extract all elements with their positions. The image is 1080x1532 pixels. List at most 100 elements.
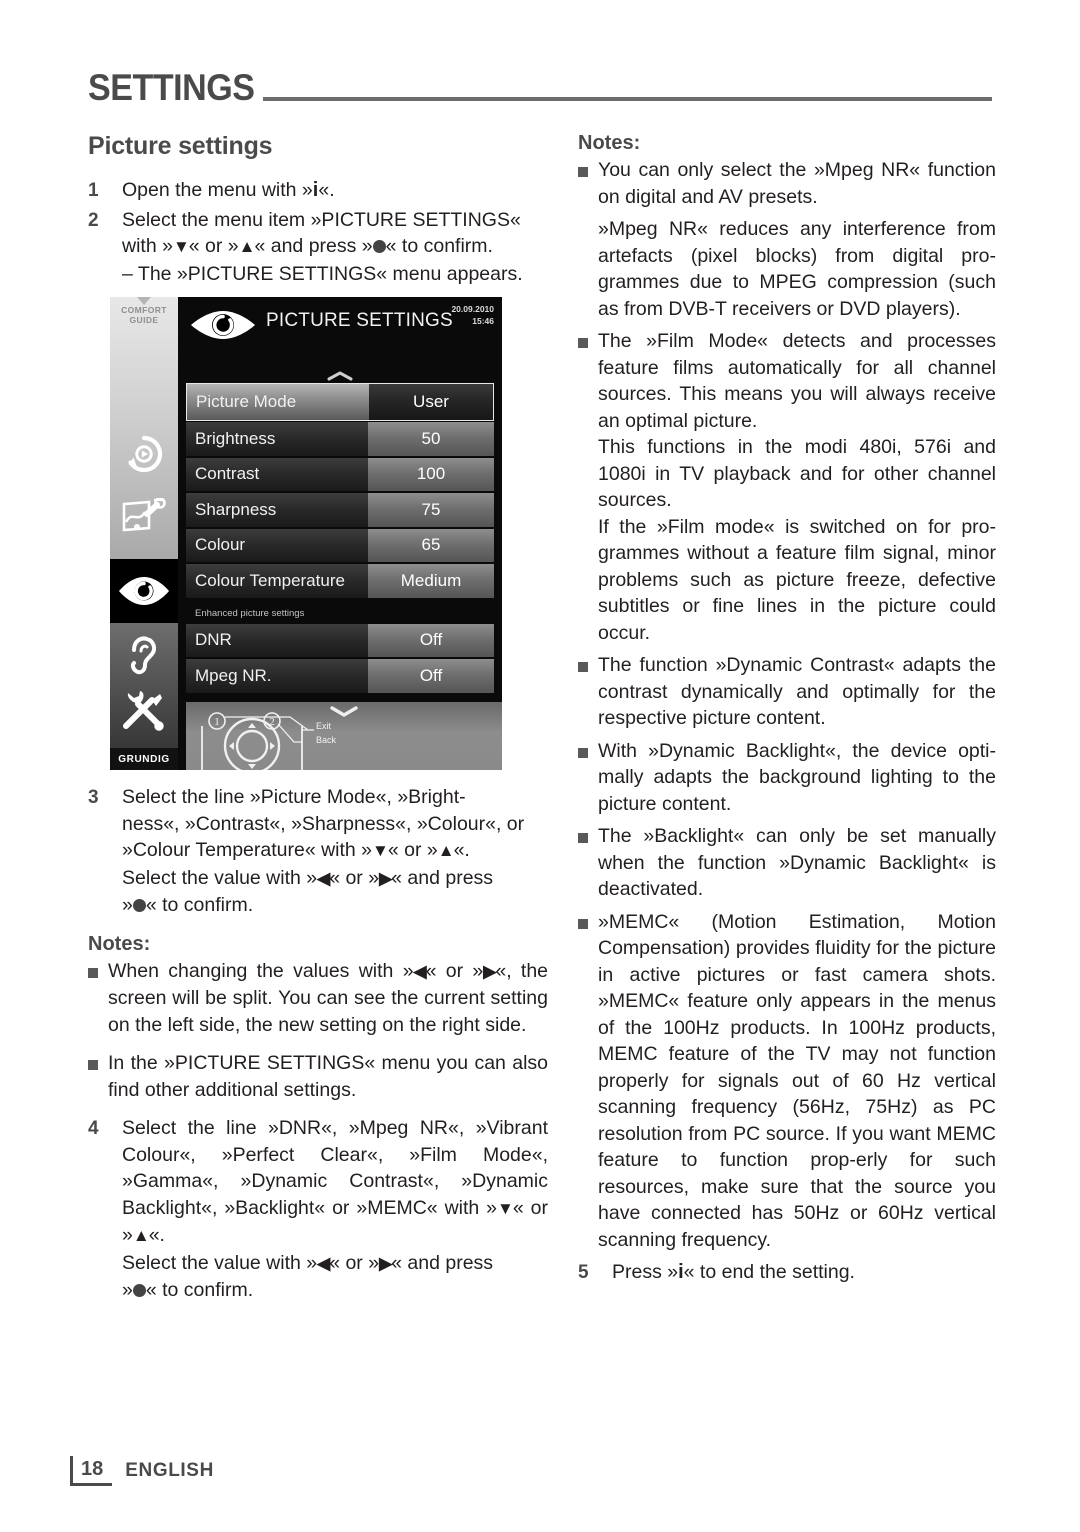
step3-line4-a: Select the value with » <box>122 866 318 889</box>
step3-line3-a: »Colour Temperature« with » <box>122 839 373 861</box>
tv-menu-panel: PICTURE SETTINGS 20.09.2010 15:46 Pictur… <box>178 297 502 770</box>
bullet-icon <box>578 909 598 1254</box>
left-note-2: In the »PICTURE SETTINGS« menu you can a… <box>88 1050 548 1103</box>
bullet-icon <box>578 738 598 818</box>
tv-menu-row-label: Mpeg NR. <box>186 659 368 693</box>
tv-menu-screenshot: COMFORT GUIDE GRUNDIG PICTURE SETTINGS 2… <box>110 297 502 770</box>
tv-menu-row-value[interactable]: Off <box>368 659 494 693</box>
sidebar-item-source[interactable] <box>110 489 178 543</box>
tv-menu-row[interactable]: Colour 65 <box>186 528 494 562</box>
tv-menu-row[interactable]: Picture Mode User <box>186 383 494 421</box>
step-body: Select the line »Picture Mode«, »Bright-… <box>122 784 548 919</box>
right-column: Notes: You can only select the »Mpeg NR«… <box>578 132 996 1289</box>
step-body: Press »i« to end the setting. <box>612 1259 996 1287</box>
arrow-down-key-icon: ▼ <box>172 237 190 256</box>
step-4: 4 Select the line »DNR«, »Mpeg NR«, »Vib… <box>88 1115 548 1304</box>
grundig-logo: GRUNDIG <box>110 748 178 770</box>
step2-line2-a: with » <box>122 235 173 257</box>
tv-menu-row-label: Sharpness <box>186 493 368 527</box>
step5-b: « to end the setting. <box>683 1261 855 1283</box>
step-1: 1 Open the menu with »i«. <box>88 177 548 205</box>
tv-menu-titlebar: PICTURE SETTINGS 20.09.2010 15:46 <box>178 297 502 353</box>
bullet-icon <box>88 958 108 1039</box>
tv-menu-row[interactable]: Mpeg NR. Off <box>186 659 494 693</box>
step-5: 5 Press »i« to end the setting. <box>578 1259 996 1287</box>
left-notes-title: Notes: <box>88 932 151 955</box>
right-note-2: The »Film Mode« detects and processes fe… <box>578 328 996 434</box>
sidebar-caption-line1: COMFORT <box>121 305 167 315</box>
tv-menu-footer: 1 2 Exit Back <box>186 702 502 770</box>
right-note3-text: The function »Dynamic Contrast« adapts t… <box>598 654 996 729</box>
ok-key-icon <box>372 240 386 253</box>
right-note-2b: This functions in the modi 480i, 576i an… <box>578 434 996 514</box>
step3-line3-b: « or » <box>387 839 438 861</box>
tv-menu-row[interactable]: Sharpness 75 <box>186 493 494 527</box>
sidebar-up-arrow-icon <box>137 297 151 305</box>
tools-wrench-screwdriver-icon <box>123 691 164 731</box>
tv-menu-row[interactable]: Colour Temperature Medium <box>186 564 494 598</box>
bullet-icon <box>578 823 598 903</box>
sidebar-item-tools-settings[interactable] <box>110 685 178 737</box>
note1-a: When changing the values with » <box>108 959 414 982</box>
step-number: 5 <box>578 1262 589 1283</box>
tv-menu-rows: Picture Mode User Brightness 50 Contrast 100 S… <box>186 383 494 695</box>
arrow-right-key-icon: ▶ <box>379 1253 392 1273</box>
sidebar-item-picture-settings[interactable] <box>110 567 178 615</box>
right-note-1: You can only select the »Mpeg NR« functi… <box>578 157 996 210</box>
tv-menu-row[interactable]: DNR Off <box>186 623 494 657</box>
arrow-left-key-icon: ◀ <box>317 868 330 888</box>
tv-menu-row[interactable]: Contrast 100 <box>186 457 494 491</box>
step2-line3: – The »PICTURE SETTINGS« menu appears. <box>122 262 523 285</box>
tv-menu-date: 20.09.2010 <box>451 304 494 314</box>
step-number: 3 <box>88 787 99 808</box>
sidebar-item-sound-settings[interactable] <box>110 631 178 681</box>
navigation-pad-diagram: 1 2 <box>201 712 314 770</box>
tv-menu-row[interactable]: Brightness 50 <box>186 422 494 456</box>
right-note-3: The function »Dynamic Contrast« adapts t… <box>578 652 996 732</box>
right-note5-text: The »Backlight« can only be set manually… <box>598 825 996 900</box>
header-rule <box>263 97 992 101</box>
page-header: SETTINGS <box>88 54 992 106</box>
right-note2-text: The »Film Mode« detects and processes fe… <box>598 330 996 432</box>
tv-menu-row-label: DNR <box>186 623 368 657</box>
tv-menu-row-value[interactable]: 75 <box>368 493 494 527</box>
step4-line4-c: « and press <box>391 1251 494 1274</box>
tv-menu-row-value[interactable]: User <box>369 384 493 420</box>
step3-line5-a: » <box>122 894 133 916</box>
step2-line2-c: « and press » <box>254 235 373 257</box>
tv-menu-row-value[interactable]: 65 <box>368 528 494 562</box>
tv-menu-row-value[interactable]: Medium <box>368 564 494 598</box>
right-note-5: The »Backlight« can only be set manually… <box>578 823 996 903</box>
tv-menu-row-label: Contrast <box>186 457 368 491</box>
step-2: 2 Select the menu item »PICTURE SETTINGS… <box>88 207 548 288</box>
note1-c: » <box>472 959 484 982</box>
right-note6-text: »MEMC« (Motion Estimation, Motion Compen… <box>598 910 996 1251</box>
right-notes-title: Notes: <box>578 132 641 154</box>
step-body: Select the menu item »PICTURE SETTINGS« … <box>122 207 548 288</box>
ear-icon <box>130 636 157 675</box>
step-body: Select the line »DNR«, »Mpeg NR«, »Vibra… <box>122 1115 548 1304</box>
step-number: 4 <box>88 1118 99 1139</box>
sidebar-segment-active <box>110 559 178 623</box>
tv-menu-row-value[interactable]: 100 <box>368 457 494 491</box>
step1-text-b: «. <box>318 179 335 201</box>
scroll-up-chevron-icon[interactable] <box>326 370 354 382</box>
arrow-right-key-icon: ▶ <box>483 961 496 981</box>
arrow-down-key-icon: ▼ <box>372 841 389 860</box>
arrow-up-key-icon: ▲ <box>238 237 256 256</box>
tv-menu-sidebar: COMFORT GUIDE GRUNDIG <box>110 297 178 770</box>
eye-icon <box>119 577 169 605</box>
tv-menu-row-label: Brightness <box>186 422 368 456</box>
right-note-1b: »Mpeg NR« reduces any interference from … <box>578 216 996 322</box>
sidebar-segment-top: COMFORT GUIDE <box>110 297 178 559</box>
tv-menu-row-value[interactable]: 50 <box>368 422 494 456</box>
play-circle-arrow-icon <box>128 435 163 473</box>
arrow-left-key-icon: ◀ <box>317 1253 330 1273</box>
step3-line5-b: « to confirm. <box>145 894 254 916</box>
picture-settings-eye-icon <box>188 310 258 340</box>
tv-menu-row-value[interactable]: Off <box>368 623 494 657</box>
sidebar-item-media-playback[interactable] <box>110 427 178 481</box>
tv-menu-row-label: Picture Mode <box>187 384 369 420</box>
step3-line4-c: « and press <box>391 866 494 889</box>
bullet-icon <box>578 157 598 210</box>
